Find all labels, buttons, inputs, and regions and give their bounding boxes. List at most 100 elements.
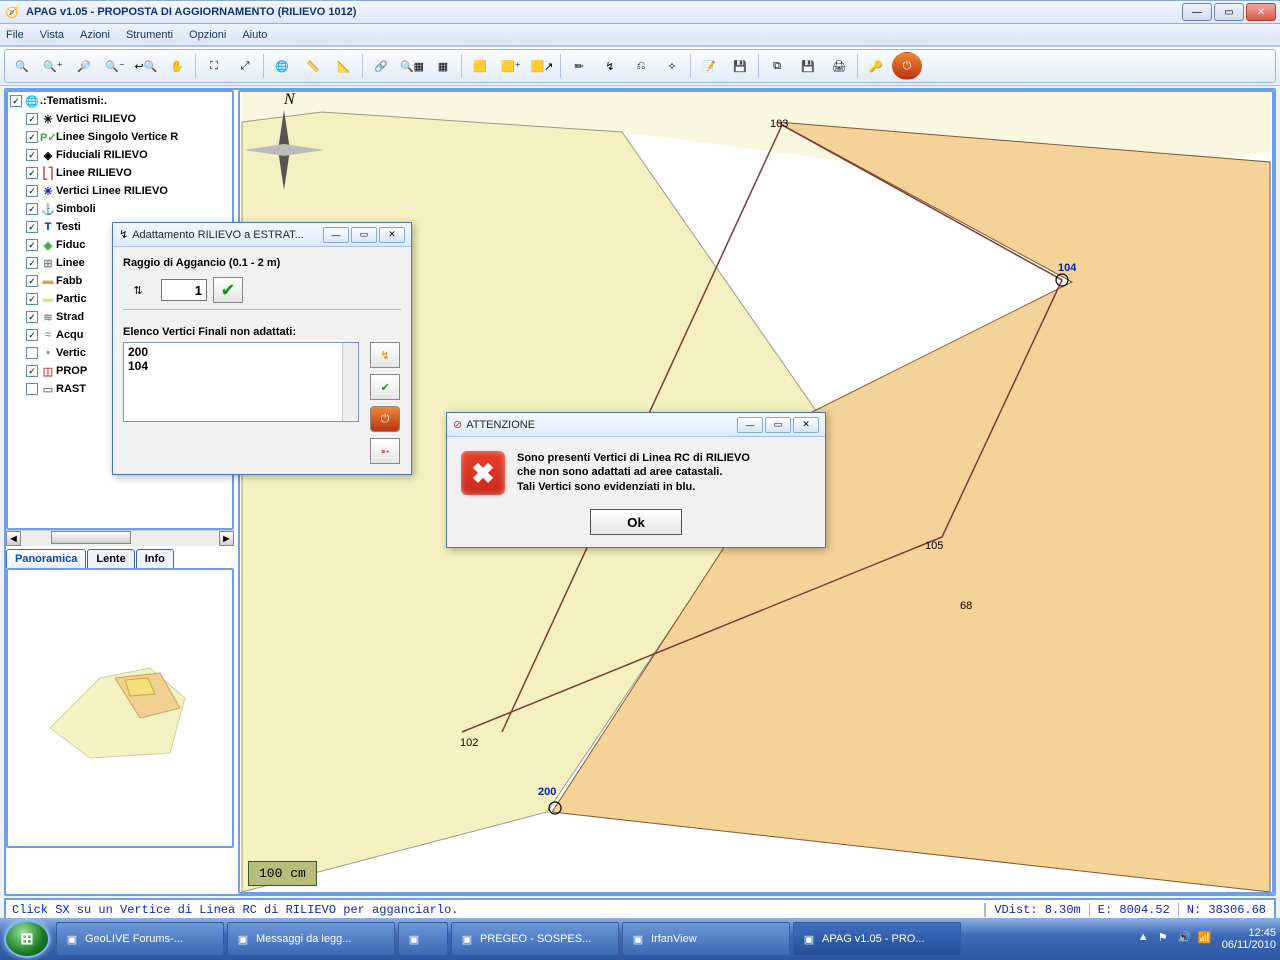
taskbar-item[interactable]: ▣GeoLIVE Forums-... bbox=[56, 922, 224, 956]
apply-radius-button[interactable]: ✔ bbox=[213, 277, 243, 303]
taskbar-item[interactable]: ▣ bbox=[398, 922, 448, 956]
maximize-button[interactable]: ▭ bbox=[1214, 3, 1244, 21]
find-icon[interactable]: 🔍▦ bbox=[397, 52, 427, 80]
radius-input[interactable] bbox=[161, 279, 207, 301]
checkbox-icon[interactable]: ✓ bbox=[26, 185, 38, 197]
poly4-icon[interactable]: ✧ bbox=[657, 52, 687, 80]
link-icon[interactable]: 🔗 bbox=[366, 52, 396, 80]
zoom-area-icon[interactable]: 🔍⁺ bbox=[38, 52, 68, 80]
dialog-adat-minimize[interactable]: — bbox=[323, 227, 349, 243]
layer2-icon[interactable]: 🟨⁺ bbox=[496, 52, 526, 80]
taskbar-item[interactable]: ▣APAG v1.05 - PRO... bbox=[793, 922, 961, 956]
menu-item-aiuto[interactable]: Aiuto bbox=[242, 29, 267, 41]
tray-icon[interactable]: ▲ bbox=[1138, 931, 1154, 947]
speaker-icon[interactable]: 🔊 bbox=[1178, 931, 1194, 947]
checkbox-icon[interactable]: ✓ bbox=[26, 365, 38, 377]
save-icon[interactable]: 💾 bbox=[725, 52, 755, 80]
list-item[interactable]: 104 bbox=[128, 359, 354, 373]
unadapted-vertices-list[interactable]: 200 104 bbox=[123, 342, 359, 422]
checkbox-icon[interactable]: ✓ bbox=[26, 239, 38, 251]
grid-icon[interactable]: ▦ bbox=[428, 52, 458, 80]
measure-icon[interactable]: 📐 bbox=[329, 52, 359, 80]
scroll-right-icon[interactable]: ► bbox=[219, 531, 234, 546]
checkbox-icon[interactable]: ✓ bbox=[10, 95, 22, 107]
highlight-button[interactable]: ↯ bbox=[370, 342, 400, 368]
system-tray[interactable]: ▲ ⚑ 🔊 📶 12:45 06/11/2010 bbox=[1136, 927, 1276, 951]
zoom-minus-icon[interactable]: 🔍⁻ bbox=[100, 52, 130, 80]
checkbox-icon[interactable]: ✓ bbox=[26, 275, 38, 287]
checkbox-icon[interactable]: ✓ bbox=[26, 293, 38, 305]
pan-icon[interactable]: ✋ bbox=[162, 52, 192, 80]
checkbox-icon[interactable]: ✓ bbox=[26, 257, 38, 269]
taskbar-item[interactable]: ▣Messaggi da legg... bbox=[227, 922, 395, 956]
scroll-thumb[interactable] bbox=[51, 531, 131, 544]
tab-panoramica[interactable]: Panoramica bbox=[6, 549, 86, 568]
checkbox-icon[interactable]: ✓ bbox=[26, 203, 38, 215]
checkbox-icon[interactable]: ✓ bbox=[26, 329, 38, 341]
taskbar-item[interactable]: ▣PREGEO - SOSPES... bbox=[451, 922, 619, 956]
extent-icon[interactable]: ⤢ bbox=[230, 52, 260, 80]
network-icon[interactable]: 📶 bbox=[1198, 931, 1214, 947]
close-button[interactable]: ✕ bbox=[1246, 3, 1276, 21]
dialog-adat-close[interactable]: ✕ bbox=[379, 227, 405, 243]
tree-root[interactable]: ✓ 🌐 .:Tematismi:. bbox=[8, 92, 232, 110]
ruler-icon[interactable]: 📏 bbox=[298, 52, 328, 80]
clock[interactable]: 12:45 06/11/2010 bbox=[1222, 927, 1276, 951]
checkbox-icon[interactable]: ✓ bbox=[26, 113, 38, 125]
zoom-in-icon[interactable]: 🔍 bbox=[7, 52, 37, 80]
poly2-icon[interactable]: ↯ bbox=[595, 52, 625, 80]
zoom-prev-icon[interactable]: ↩🔍 bbox=[131, 52, 161, 80]
dialog-alert-close[interactable]: ✕ bbox=[793, 417, 819, 433]
extent-sel-icon[interactable]: ⛶ bbox=[199, 52, 229, 80]
zoom-plus-icon[interactable]: 🔎 bbox=[69, 52, 99, 80]
accept-button[interactable]: ✔ bbox=[370, 374, 400, 400]
dialog-attention[interactable]: ⊘ ATTENZIONE — ▭ ✕ ✖ Sono presenti Verti… bbox=[446, 412, 826, 548]
poly3-icon[interactable]: ⎌ bbox=[626, 52, 656, 80]
flag-icon[interactable]: ⚑ bbox=[1158, 931, 1174, 947]
layer3-icon[interactable]: 🟨↗ bbox=[527, 52, 557, 80]
checkbox-icon[interactable]: ✓ bbox=[26, 167, 38, 179]
tab-info[interactable]: Info bbox=[136, 549, 174, 568]
layer-item[interactable]: ✓✳Vertici Linee RILIEVO bbox=[8, 182, 232, 200]
minimize-button[interactable]: — bbox=[1182, 3, 1212, 21]
checkbox-icon[interactable]: ✓ bbox=[26, 131, 38, 143]
tree-horizontal-scrollbar[interactable]: ◄ ► bbox=[6, 530, 234, 546]
list-item[interactable]: 200 bbox=[128, 345, 354, 359]
menu-item-strumenti[interactable]: Strumenti bbox=[126, 29, 173, 41]
checkbox-icon[interactable]: ✓ bbox=[26, 311, 38, 323]
dialog-adat-maximize[interactable]: ▭ bbox=[351, 227, 377, 243]
checkbox-icon[interactable] bbox=[26, 383, 38, 395]
scroll-left-icon[interactable]: ◄ bbox=[6, 531, 21, 546]
note-icon[interactable]: 📝 bbox=[694, 52, 724, 80]
layer-item[interactable]: ✓◈Fiduciali RILIEVO bbox=[8, 146, 232, 164]
stop-button[interactable]: ⏻ bbox=[370, 406, 400, 432]
layer-item[interactable]: ✓P✓Linee Singolo Vertice R bbox=[8, 128, 232, 146]
dialog-adattamento[interactable]: ↯ Adattamento RILIEVO a ESTRAT... — ▭ ✕ … bbox=[112, 222, 412, 475]
ok-button[interactable]: Ok bbox=[590, 509, 682, 535]
menu-item-opzioni[interactable]: Opzioni bbox=[189, 29, 226, 41]
poly1-icon[interactable]: ✏ bbox=[564, 52, 594, 80]
print-icon[interactable]: 🖨 bbox=[824, 52, 854, 80]
save2-icon[interactable]: 💾 bbox=[793, 52, 823, 80]
info-icon[interactable]: 🔑 bbox=[861, 52, 891, 80]
layer-item[interactable]: ✓⎣⎤Linee RILIEVO bbox=[8, 164, 232, 182]
menu-item-file[interactable]: File bbox=[6, 29, 24, 41]
menu-item-vista[interactable]: Vista bbox=[40, 29, 64, 41]
menu-item-azioni[interactable]: Azioni bbox=[80, 29, 110, 41]
power-icon[interactable]: ⏻ bbox=[892, 52, 922, 80]
list-scrollbar[interactable] bbox=[342, 343, 358, 421]
checkbox-icon[interactable]: ✓ bbox=[26, 221, 38, 233]
tab-lente[interactable]: Lente bbox=[87, 549, 134, 568]
checkbox-icon[interactable] bbox=[26, 347, 38, 359]
dialog-alert-maximize[interactable]: ▭ bbox=[765, 417, 791, 433]
page1-icon[interactable]: ⧉ bbox=[762, 52, 792, 80]
layer-item[interactable]: ✓⚓Simboli bbox=[8, 200, 232, 218]
dialog-alert-minimize[interactable]: — bbox=[737, 417, 763, 433]
layer-item[interactable]: ✓✳Vertici RILIEVO bbox=[8, 110, 232, 128]
pin-button[interactable]: ➵ bbox=[370, 438, 400, 464]
layer1-icon[interactable]: 🟨 bbox=[465, 52, 495, 80]
start-button[interactable]: ⊞ bbox=[4, 920, 50, 958]
taskbar-item[interactable]: ▣IrfanView bbox=[622, 922, 790, 956]
globe-icon[interactable]: 🌐 bbox=[267, 52, 297, 80]
checkbox-icon[interactable]: ✓ bbox=[26, 149, 38, 161]
